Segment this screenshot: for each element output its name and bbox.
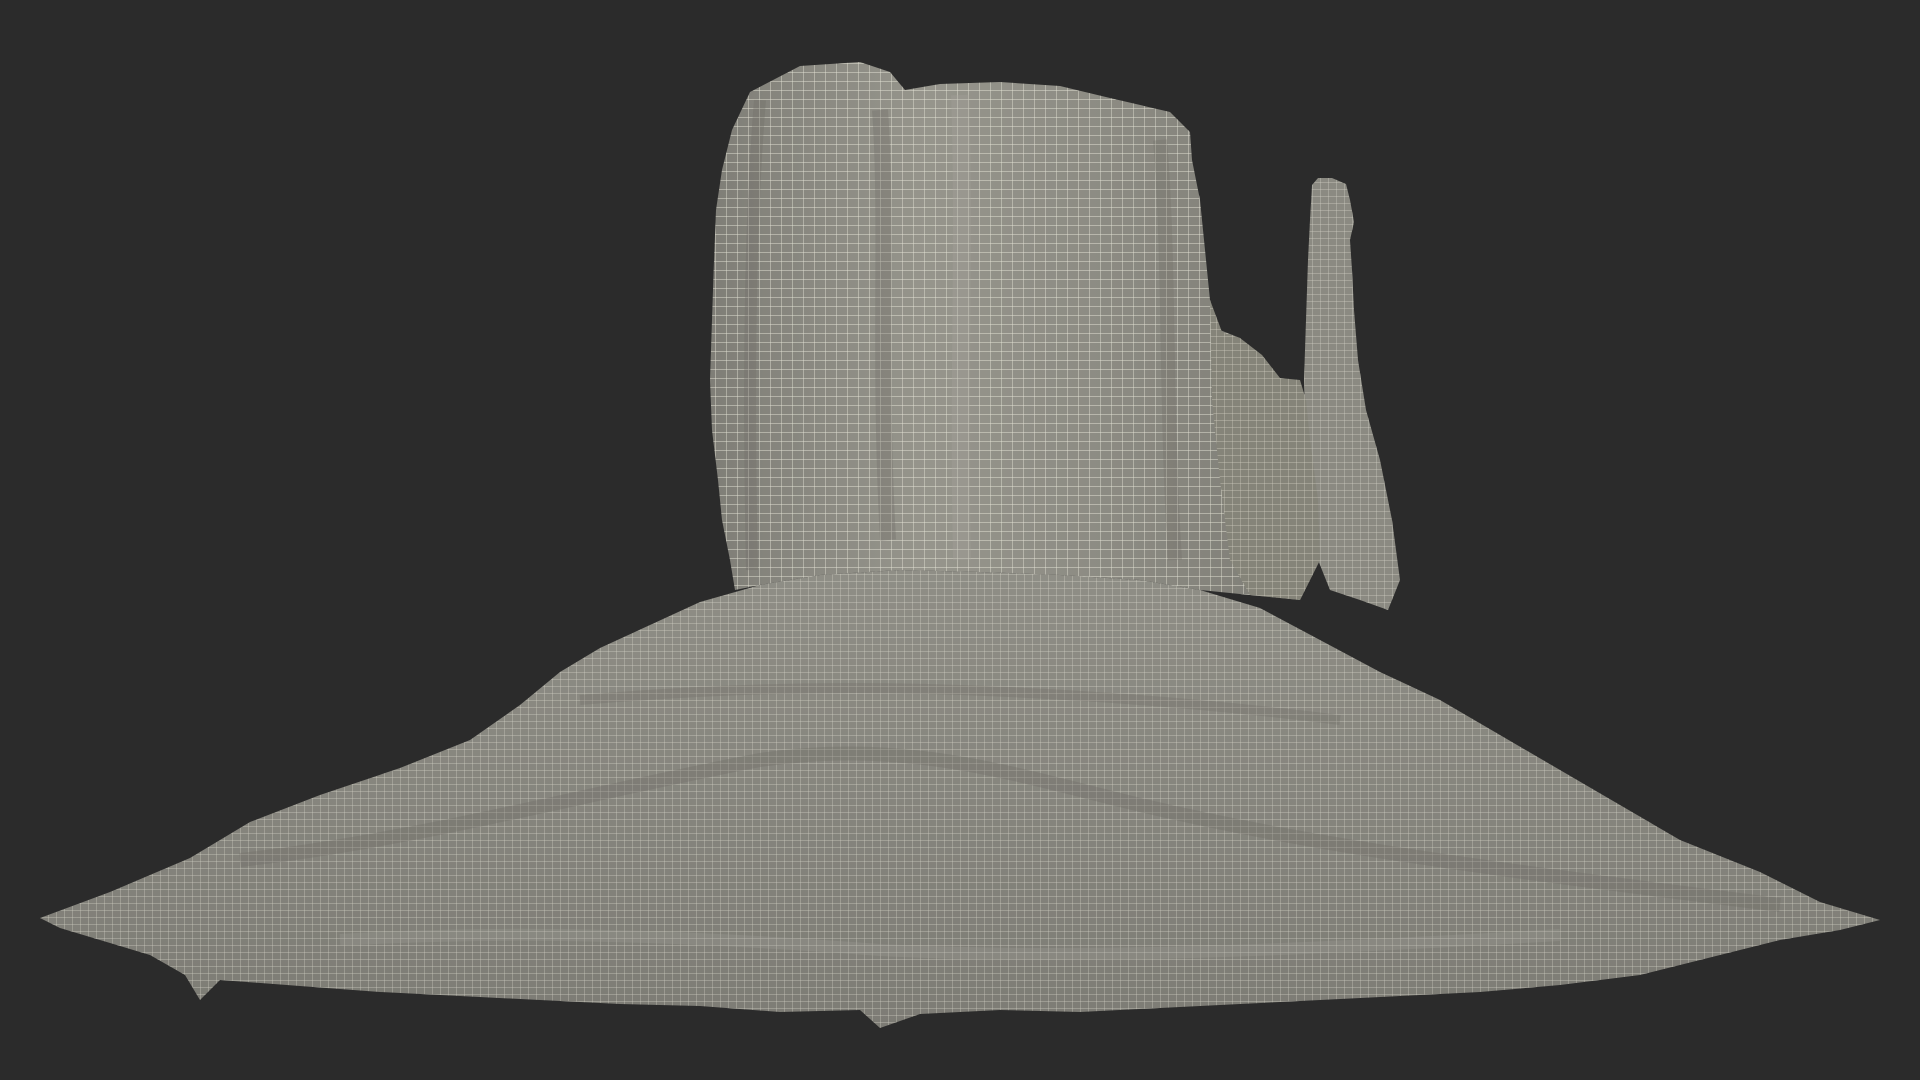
wireframe-render [40, 62, 1880, 1028]
3d-viewport[interactable] [0, 0, 1920, 1080]
talus-slope [40, 570, 1880, 1028]
